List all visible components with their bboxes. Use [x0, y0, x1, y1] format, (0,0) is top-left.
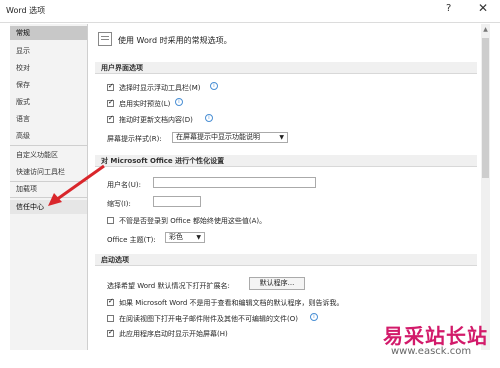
show-start-screen-label: 此应用程序启动时显示开始屏幕(H)	[119, 330, 228, 338]
screentip-style-value: 在屏幕提示中显示功能说明	[176, 133, 260, 141]
annotation-arrow-line	[55, 164, 105, 202]
info-icon: i	[210, 82, 218, 90]
tell-me-default-program-checkbox[interactable]	[107, 297, 114, 306]
office-theme-label: Office 主题(T):	[107, 236, 156, 244]
show-start-screen-checkbox[interactable]	[107, 328, 114, 337]
update-content-drag-label: 拖动时更新文档内容(D)	[119, 116, 193, 124]
default-extensions-label: 选择希望 Word 默认情况下打开扩展名:	[107, 282, 230, 290]
scrollbar-thumb[interactable]	[482, 38, 489, 178]
username-input[interactable]	[153, 177, 316, 188]
section-header-startup: 启动选项	[95, 254, 477, 266]
watermark-text: 易采站长站	[383, 324, 488, 348]
live-preview-label: 启用实时预览(L)	[119, 100, 171, 108]
office-theme-select[interactable]: 彩色 ▼	[165, 232, 205, 243]
window-title: Word 选项	[6, 6, 46, 15]
chevron-down-icon: ▼	[196, 234, 201, 241]
sidebar-item-language[interactable]: 语言	[10, 112, 87, 126]
general-options-icon	[98, 32, 112, 46]
sidebar-item-display[interactable]: 显示	[10, 44, 87, 58]
screentip-style-label: 屏幕提示样式(R):	[107, 135, 162, 143]
reading-view-attachments-label: 在阅读视图下打开电子邮件附件及其他不可编辑的文件(O)	[119, 315, 298, 323]
username-label: 用户名(U):	[107, 181, 141, 189]
annotation-arrow	[48, 164, 105, 206]
sidebar-item-proofing[interactable]: 校对	[10, 61, 87, 75]
live-preview-checkbox[interactable]	[107, 98, 114, 107]
update-content-drag-checkbox[interactable]	[107, 114, 114, 123]
section-header-personalize: 对 Microsoft Office 进行个性化设置	[95, 155, 477, 167]
initials-label: 缩写(I):	[107, 200, 131, 208]
sidebar-item-layout[interactable]: 版式	[10, 95, 87, 109]
always-use-values-label: 不管是否登录到 Office 都始终使用这些值(A)。	[119, 217, 267, 225]
info-icon: i	[175, 98, 183, 106]
screentip-style-select[interactable]: 在屏幕提示中显示功能说明 ▼	[172, 132, 288, 143]
scroll-up-arrow-icon[interactable]: ▲	[481, 26, 490, 33]
always-use-values-checkbox[interactable]	[107, 217, 114, 224]
close-icon[interactable]: ✕	[478, 1, 488, 15]
title-bar: Word 选项 ? ✕	[0, 0, 500, 23]
sidebar-item-general[interactable]: 常规	[10, 26, 87, 40]
chevron-down-icon: ▼	[279, 134, 284, 141]
annotation-arrow-head	[48, 193, 62, 206]
page-intro: 使用 Word 时采用的常规选项。	[118, 36, 232, 45]
content-scrollbar[interactable]: ▲	[481, 24, 490, 350]
tell-me-default-program-label: 如果 Microsoft Word 不是用于查看和编辑文档的默认程序，则告诉我。	[119, 299, 344, 307]
sidebar-item-advanced[interactable]: 高级	[10, 129, 87, 143]
info-icon: i	[205, 114, 213, 122]
reading-view-attachments-checkbox[interactable]	[107, 315, 114, 322]
office-theme-value: 彩色	[169, 233, 183, 241]
help-icon[interactable]: ?	[446, 3, 451, 14]
section-header-ui-options: 用户界面选项	[95, 62, 477, 74]
watermark-url: www.easck.com	[391, 346, 472, 357]
floating-toolbar-checkbox[interactable]	[107, 82, 114, 91]
floating-toolbar-label: 选择时显示浮动工具栏(M)	[119, 84, 201, 92]
initials-input[interactable]	[153, 196, 201, 207]
options-content: 使用 Word 时采用的常规选项。 用户界面选项 选择时显示浮动工具栏(M) i…	[92, 24, 480, 350]
sidebar-item-save[interactable]: 保存	[10, 78, 87, 92]
default-programs-button[interactable]: 默认程序...	[249, 277, 305, 290]
sidebar-divider	[10, 145, 87, 146]
info-icon: i	[310, 313, 318, 321]
